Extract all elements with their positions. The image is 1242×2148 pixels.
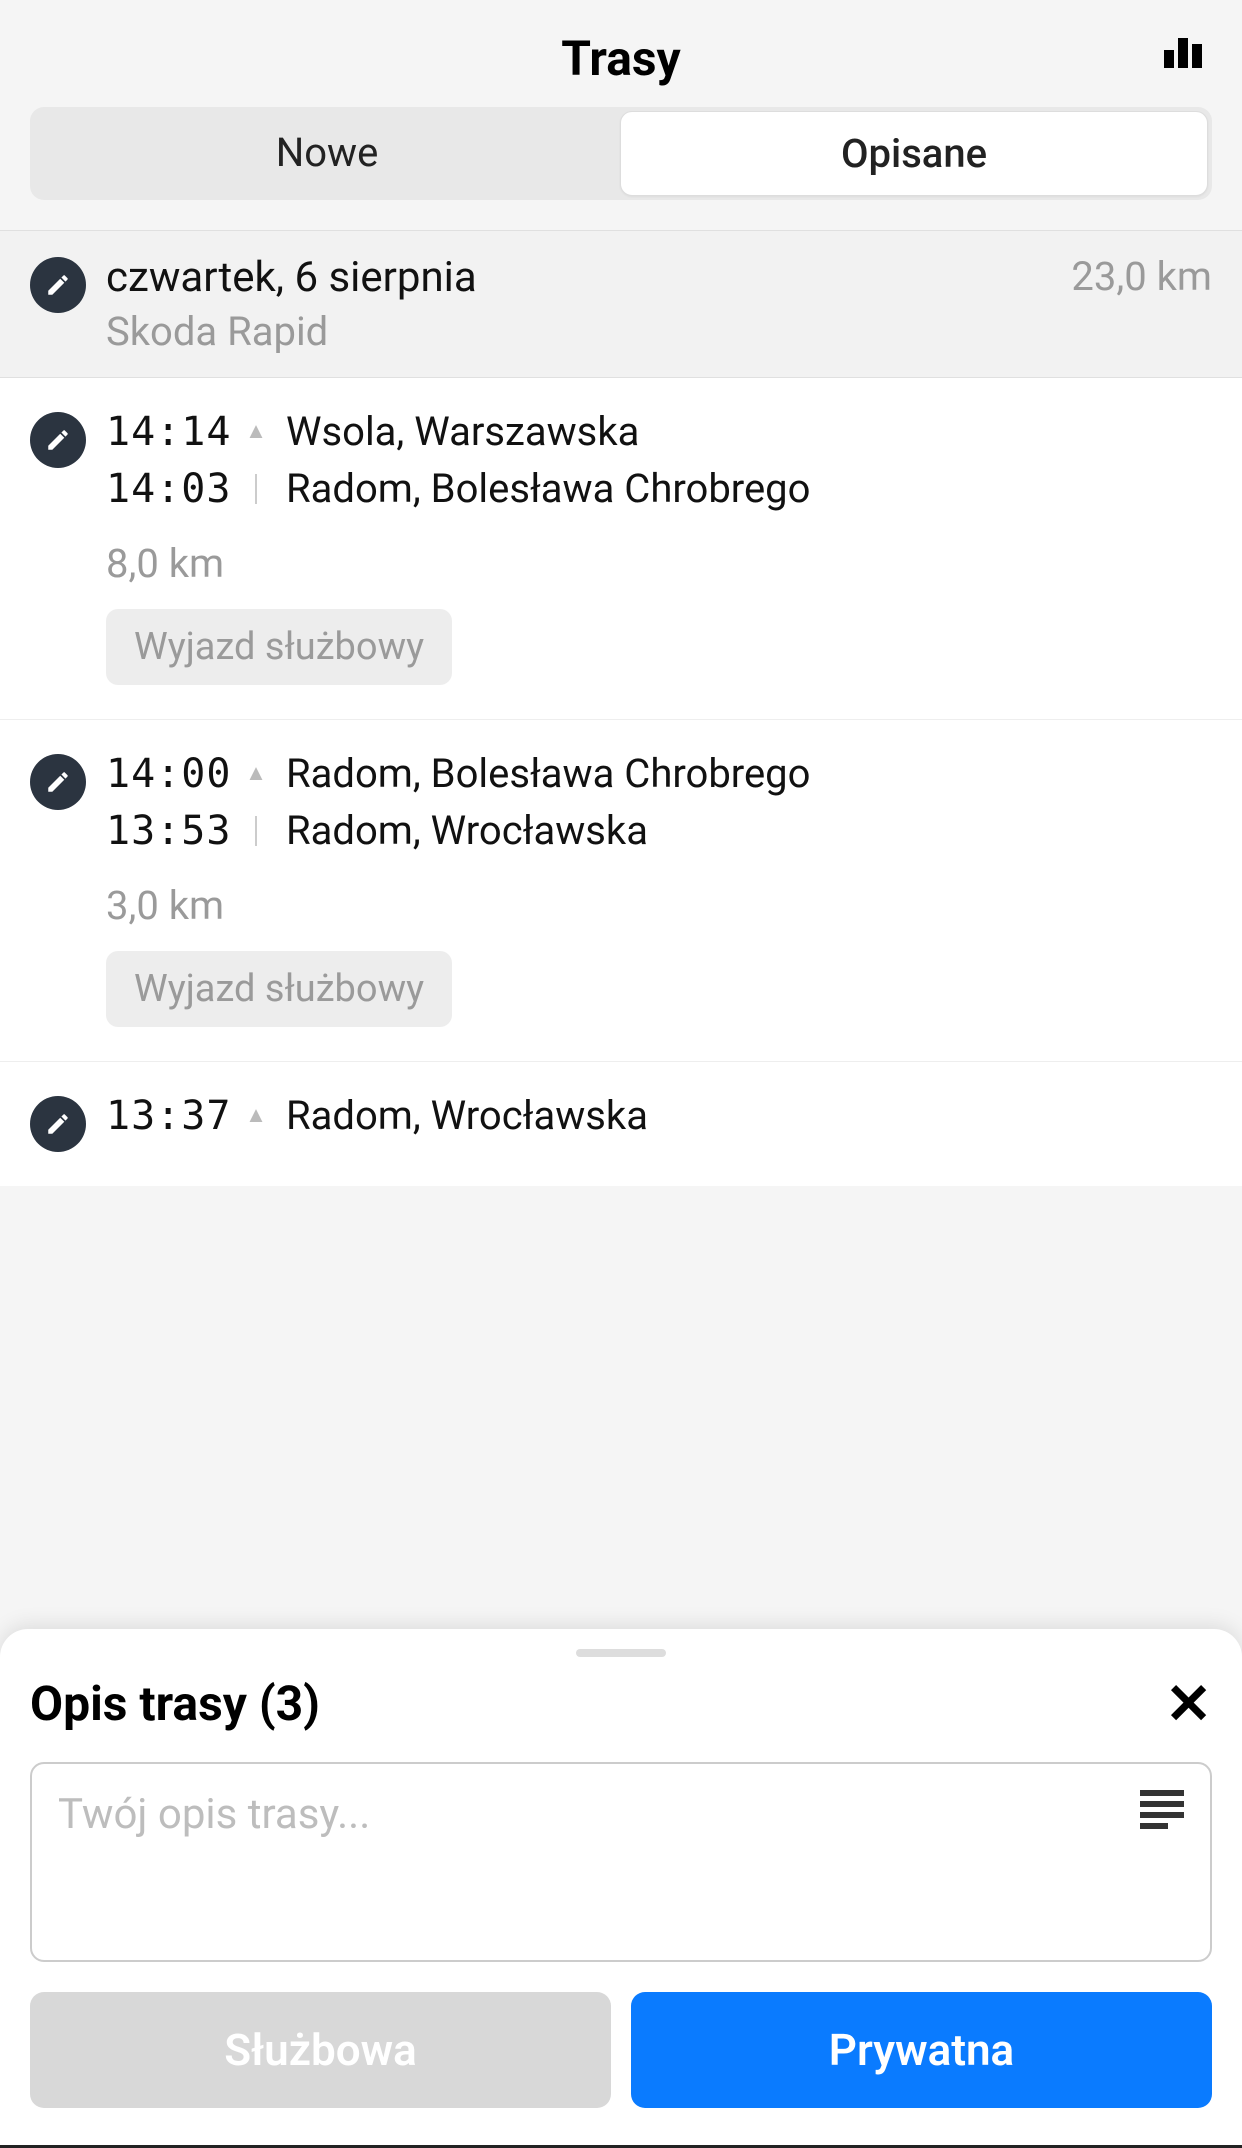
edit-icon[interactable] — [30, 754, 86, 810]
trip-place-start: Radom, Bolesława Chrobrego — [286, 465, 1212, 512]
day-total-km: 23,0 km — [1071, 253, 1212, 300]
trip-tag: Wyjazd służbowy — [106, 609, 452, 685]
trip-time-start: 13:53 — [106, 808, 226, 854]
trip-place-end: Wsola, Warszawska — [286, 408, 1212, 455]
trip-item[interactable]: 13:37 ▲ Radom, Wrocławska — [0, 1062, 1242, 1186]
edit-icon[interactable] — [30, 1096, 86, 1152]
sheet-title: Opis trasy (3) — [30, 1675, 320, 1732]
route-arrow-icon: ▲ — [246, 767, 266, 780]
day-date: czwartek, 6 sierpnia — [106, 253, 1071, 302]
close-icon[interactable]: ✕ — [1165, 1676, 1212, 1732]
bottom-sheet: Opis trasy (3) ✕ Twój opis trasy... Służ… — [0, 1629, 1242, 2148]
trip-list: czwartek, 6 sierpnia Skoda Rapid 23,0 km… — [0, 230, 1242, 1186]
trip-time-start: 14:03 — [106, 466, 226, 512]
header: Trasy — [0, 0, 1242, 107]
tab-described[interactable]: Opisane — [620, 111, 1208, 196]
edit-icon[interactable] — [30, 412, 86, 468]
trip-item[interactable]: 14:00 ▲ Radom, Bolesława Chrobrego 13:53… — [0, 720, 1242, 1062]
page-title: Trasy — [561, 30, 680, 87]
trip-time-end: 14:14 — [106, 409, 226, 455]
stats-icon[interactable] — [1164, 38, 1202, 68]
trip-time-end: 13:37 — [106, 1093, 226, 1139]
trip-item[interactable]: 14:14 ▲ Wsola, Warszawska 14:03 Radom, B… — [0, 378, 1242, 720]
trip-place-end: Radom, Bolesława Chrobrego — [286, 750, 1212, 797]
description-input[interactable]: Twój opis trasy... — [30, 1762, 1212, 1962]
drag-handle[interactable] — [576, 1649, 666, 1657]
route-line-icon — [246, 474, 266, 504]
route-arrow-icon: ▲ — [246, 1109, 266, 1122]
edit-icon[interactable] — [30, 257, 86, 313]
input-placeholder: Twój opis trasy... — [58, 1790, 370, 1839]
trip-distance: 3,0 km — [106, 882, 1212, 929]
business-button[interactable]: Służbowa — [30, 1992, 611, 2108]
day-vehicle: Skoda Rapid — [106, 308, 1071, 355]
trip-distance: 8,0 km — [106, 540, 1212, 587]
text-align-icon[interactable] — [1140, 1790, 1184, 1829]
day-header[interactable]: czwartek, 6 sierpnia Skoda Rapid 23,0 km — [0, 230, 1242, 378]
route-arrow-icon: ▲ — [246, 425, 266, 438]
segmented-control: Nowe Opisane — [30, 107, 1212, 200]
private-button[interactable]: Prywatna — [631, 1992, 1212, 2108]
trip-tag: Wyjazd służbowy — [106, 951, 452, 1027]
tab-new[interactable]: Nowe — [34, 111, 620, 196]
trip-place-end: Radom, Wrocławska — [286, 1092, 1212, 1139]
trip-place-start: Radom, Wrocławska — [286, 807, 1212, 854]
route-line-icon — [246, 816, 266, 846]
trip-time-end: 14:00 — [106, 751, 226, 797]
